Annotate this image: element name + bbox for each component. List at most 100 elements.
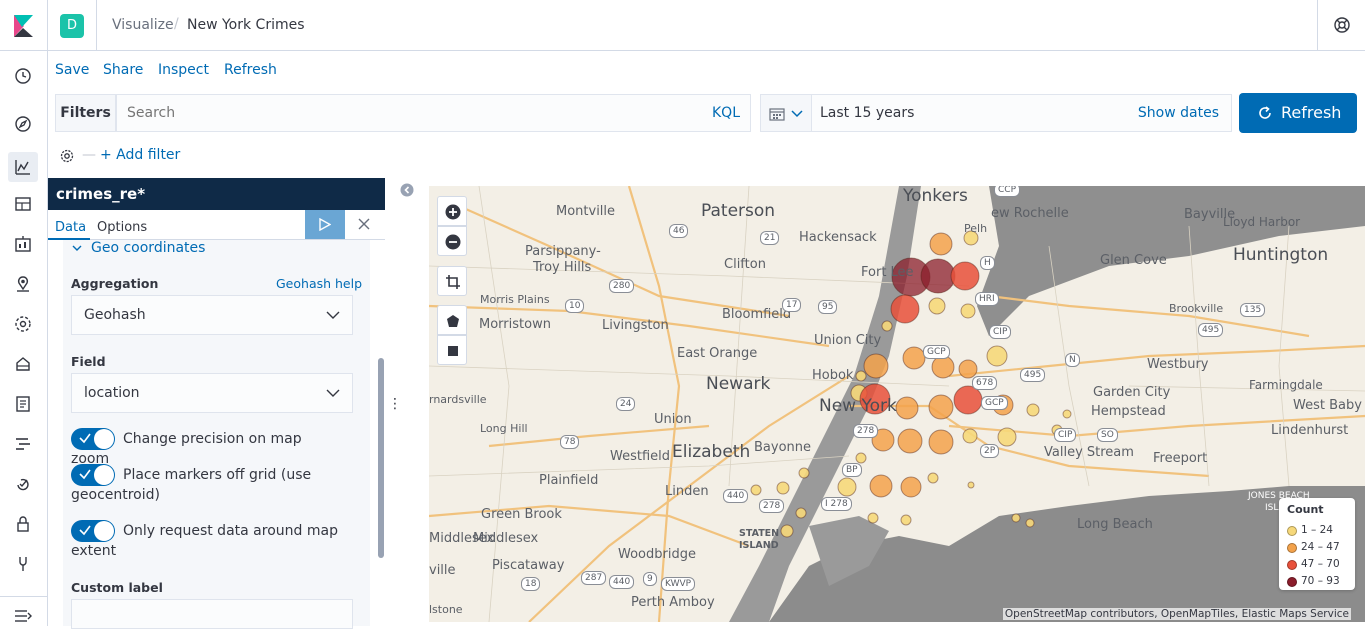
geo-coordinates-title: Geo coordinates: [91, 240, 206, 256]
road-shield: GCP: [981, 396, 1008, 410]
place-label: Hackensack: [799, 230, 877, 245]
show-dates-link[interactable]: Show dates: [1138, 105, 1219, 121]
infrastructure-icon[interactable]: [12, 353, 34, 375]
help-icon[interactable]: [1334, 17, 1350, 33]
road-shield: 10: [565, 299, 585, 313]
filter-separator: —: [82, 147, 96, 163]
breadcrumb-visualize[interactable]: Visualize: [112, 17, 174, 33]
place-label: ville: [429, 563, 456, 578]
place-label: Bloomfield: [722, 307, 792, 322]
inspect-link[interactable]: Inspect: [158, 62, 209, 78]
recently-viewed-icon[interactable]: [12, 65, 34, 87]
field-select[interactable]: location: [71, 373, 353, 413]
side-nav: [0, 51, 48, 626]
date-range-picker[interactable]: Last 15 years Show dates: [812, 94, 1232, 132]
quick-menu-button[interactable]: [760, 94, 812, 132]
dev-tools-icon[interactable]: [12, 553, 34, 575]
map-extent-toggle-label: Only request data around map extent: [71, 523, 338, 559]
search-input[interactable]: [127, 105, 687, 121]
index-pattern-title: crimes_re*: [56, 185, 146, 203]
aggregation-value: Geohash: [84, 307, 146, 323]
aggregation-select[interactable]: Geohash: [71, 295, 353, 335]
legend-label: 47 – 70: [1301, 558, 1340, 570]
place-label: Hobok: [812, 368, 854, 383]
custom-label-input[interactable]: [71, 599, 353, 629]
collapse-nav-icon[interactable]: [0, 596, 47, 626]
space-avatar[interactable]: D: [60, 14, 84, 38]
save-link[interactable]: Save: [55, 62, 89, 78]
security-lock-icon[interactable]: [12, 513, 34, 535]
search-bar[interactable]: KQL: [116, 94, 751, 132]
map-attribution[interactable]: OpenStreetMap contributors, OpenMapTiles…: [1002, 608, 1351, 620]
place-label: Hempstead: [1091, 404, 1166, 419]
apm-icon[interactable]: [12, 433, 34, 455]
road-shield: 278: [759, 499, 785, 513]
place-label: Long Beach: [1077, 517, 1153, 532]
field-value: location: [84, 385, 140, 401]
editor-scrollbar[interactable]: [378, 358, 384, 558]
canvas-icon[interactable]: [12, 233, 34, 255]
discover-compass-icon[interactable]: [12, 113, 34, 135]
legend-swatch: [1287, 560, 1297, 570]
geohash-help-link[interactable]: Geohash help: [276, 276, 362, 291]
dashboard-icon[interactable]: [12, 193, 34, 215]
apply-changes-button[interactable]: [305, 210, 345, 239]
share-link[interactable]: Share: [103, 62, 143, 78]
resize-handle[interactable]: ⋮: [388, 396, 402, 412]
place-label: Perth Amboy: [631, 595, 715, 610]
road-shield: 135: [1240, 303, 1266, 317]
aggregation-label: Aggregation: [71, 276, 159, 291]
add-filter-link[interactable]: + Add filter: [100, 147, 180, 163]
tab-data[interactable]: Data: [55, 220, 86, 235]
logs-icon[interactable]: [12, 393, 34, 415]
refresh-link[interactable]: Refresh: [224, 62, 277, 78]
place-label: Parsippany-: [525, 244, 601, 259]
place-label: Middlesex: [429, 531, 495, 546]
rectangle-icon: [448, 346, 458, 356]
place-label: East Orange: [677, 346, 758, 361]
refresh-button[interactable]: Refresh: [1239, 93, 1357, 133]
place-label: Morristown: [479, 317, 551, 332]
query-language-button[interactable]: KQL: [712, 105, 740, 121]
tile-map[interactable]: Yonkers Paterson ew Rochelle Bayville Ll…: [429, 186, 1365, 622]
place-label: West Baby: [1293, 398, 1362, 413]
help-menu[interactable]: [1317, 0, 1365, 51]
road-shield: 17: [782, 298, 802, 312]
header-divider: [96, 0, 97, 51]
zoom-out-button[interactable]: [437, 226, 467, 256]
legend-label: 70 – 93: [1301, 575, 1340, 587]
uptime-icon[interactable]: [12, 473, 34, 495]
date-range-text[interactable]: Last 15 years: [820, 105, 914, 121]
maps-icon[interactable]: [12, 273, 34, 295]
place-label: STATEN: [739, 528, 780, 539]
collapse-sidebar-icon[interactable]: [400, 183, 414, 197]
fit-data-bounds-button[interactable]: [437, 266, 467, 296]
visualize-icon[interactable]: [8, 152, 38, 182]
draw-rectangle-button[interactable]: [437, 335, 467, 365]
place-label: Westfield: [610, 449, 671, 464]
place-label: Troy Hills: [533, 260, 592, 275]
place-label: Plainfield: [539, 473, 599, 488]
play-icon: [319, 218, 331, 231]
gear-icon[interactable]: [58, 147, 76, 165]
breadcrumb-current: New York Crimes: [187, 17, 305, 33]
app-header: D Visualize / New York Crimes: [0, 0, 1365, 51]
place-label: Union City: [814, 333, 882, 348]
kibana-logo[interactable]: [0, 0, 48, 51]
machine-learning-icon[interactable]: [12, 313, 34, 335]
close-icon[interactable]: [356, 216, 372, 232]
draw-polygon-button[interactable]: [437, 305, 467, 335]
geo-coordinates-config: Geo coordinates Aggregation Geohash help…: [63, 240, 370, 629]
refresh-button-label: Refresh: [1281, 103, 1342, 122]
zoom-in-button[interactable]: [437, 196, 467, 226]
geo-coordinates-accordion[interactable]: Geo coordinates: [72, 240, 206, 256]
chevron-down-icon: [326, 311, 340, 319]
place-label: New York: [819, 396, 897, 416]
place-label: Freeport: [1153, 451, 1208, 466]
tab-options[interactable]: Options: [97, 220, 147, 235]
place-label: Newark: [706, 374, 771, 394]
place-label: Woodbridge: [618, 547, 696, 562]
place-label: Lloyd Harbor: [1223, 215, 1301, 229]
place-label: Morris Plains: [480, 293, 550, 306]
road-shield: CIP: [989, 325, 1012, 339]
